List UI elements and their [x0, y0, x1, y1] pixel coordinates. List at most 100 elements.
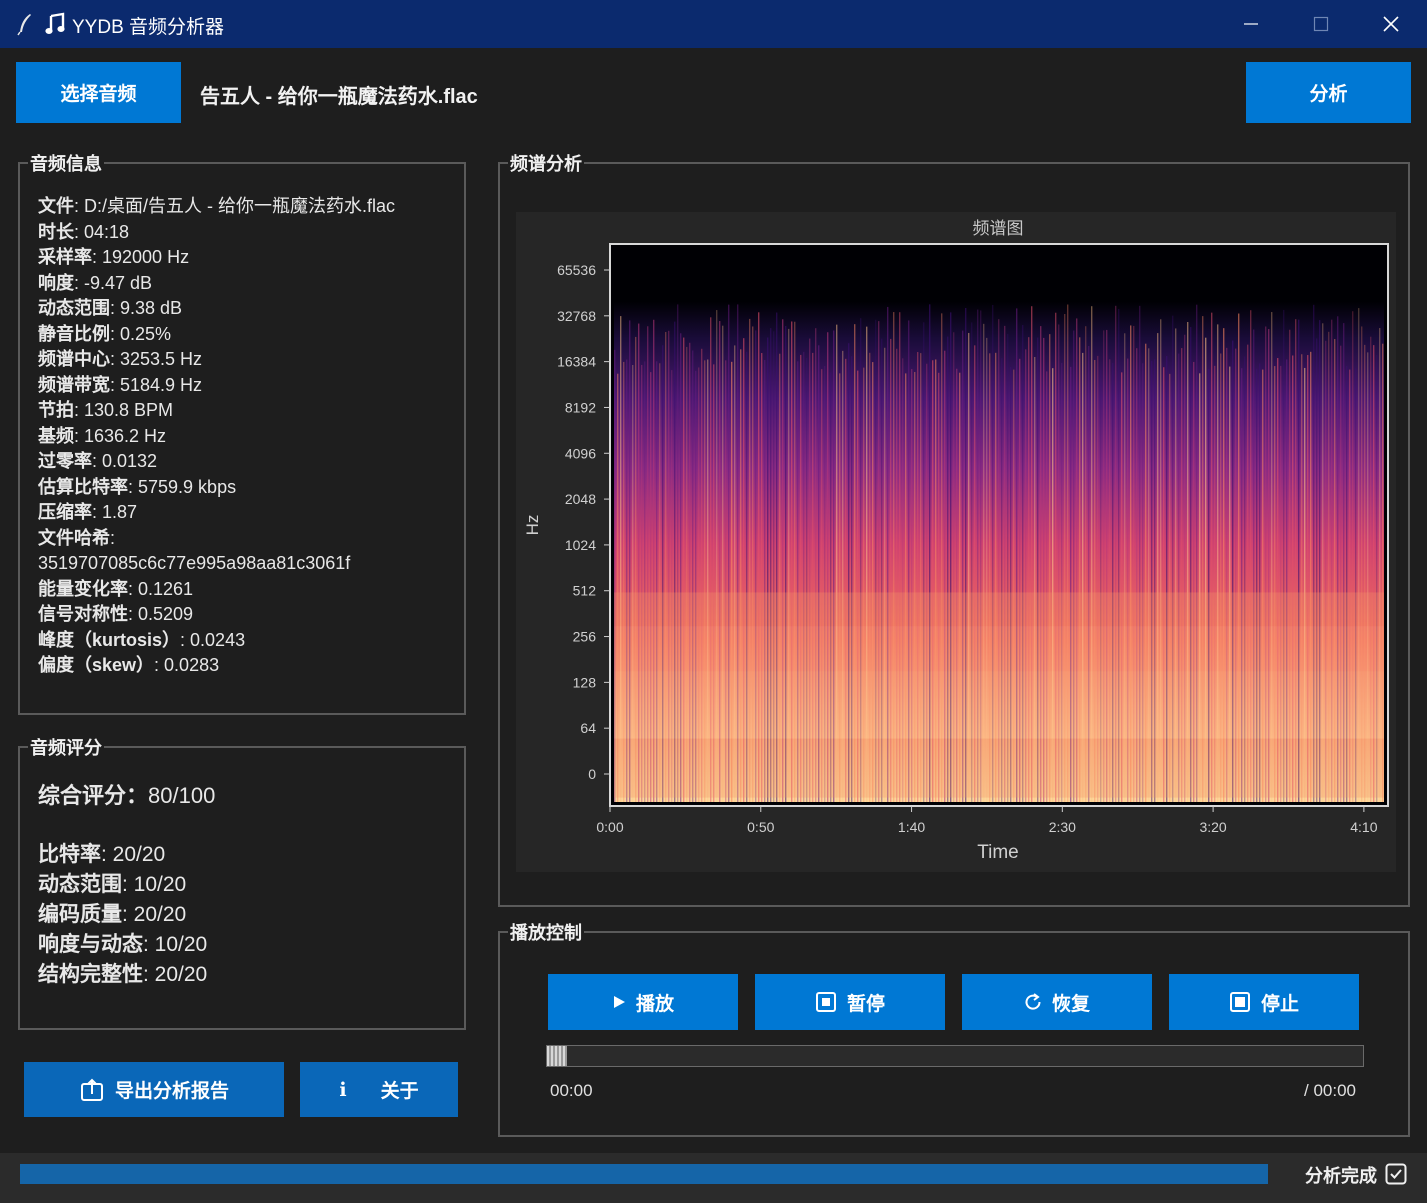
info-value: : 1636.2 Hz: [74, 425, 167, 446]
info-row: 时长: 04:18: [38, 220, 395, 246]
current-time: 00:00: [550, 1081, 593, 1100]
spectrum-title: 频谱分析: [508, 150, 584, 176]
pause-icon: [815, 992, 836, 1012]
low-frequency-band: [614, 671, 1384, 739]
minimize-icon: [1244, 23, 1258, 25]
info-key: 采样率: [38, 247, 92, 267]
total-score-value: 80/100: [148, 783, 216, 808]
y-tick-label: 512: [573, 583, 597, 599]
title-bar: YYDB 音频分析器: [0, 0, 1427, 48]
checkbox-checked-icon: [1385, 1163, 1407, 1185]
play-icon: [613, 996, 625, 1008]
y-tick-label: 0: [588, 766, 596, 782]
info-value: : 5184.9 Hz: [110, 374, 203, 395]
pause-button[interactable]: 暂停: [755, 974, 945, 1030]
audio-info-list: 文件: D:/桌面/告五人 - 给你一瓶魔法药水.flac 时长: 04:18 采样…: [38, 194, 395, 679]
seek-slider-thumb[interactable]: [547, 1046, 567, 1066]
low-frequency-band: [614, 738, 1384, 798]
x-tick-label: 1:40: [898, 819, 925, 835]
score-key: 比特率: [38, 843, 101, 866]
maximize-icon: [1313, 16, 1329, 32]
analysis-progress-fill: [20, 1164, 1268, 1184]
analyze-button[interactable]: 分析: [1246, 62, 1411, 123]
info-row: 偏度（skew）: 0.0283: [38, 653, 395, 679]
about-button[interactable]: i 关于: [300, 1062, 458, 1117]
pause-label: 暂停: [846, 993, 885, 1015]
playback-group: 播放控制 播放 暂停 恢复 停止 00:00 / 00:00: [498, 919, 1410, 1137]
info-value: : 0.25%: [110, 323, 172, 344]
refresh-icon: [1025, 993, 1041, 1010]
y-axis: 0 64 128 256 512 1024 2048 4096 8192 16384 32768 65…: [557, 262, 610, 782]
stop-button[interactable]: 停止: [1169, 974, 1359, 1030]
resume-button[interactable]: 恢复: [962, 974, 1152, 1030]
stop-label: 停止: [1260, 993, 1299, 1015]
close-button[interactable]: [1357, 0, 1425, 48]
score-key: 动态范围: [38, 873, 122, 896]
info-value: : 1.87: [92, 502, 138, 522]
score-key: 响度与动态: [38, 933, 143, 956]
info-key: 节拍: [38, 400, 74, 420]
info-row: 频谱中心: 3253.5 Hz: [38, 347, 395, 373]
spectrogram-chart: 频谱图 0 64 128 256 512 1024 2048 4096 8192 16384 327…: [516, 212, 1396, 872]
info-icon: i: [339, 1078, 347, 1101]
maximize-button[interactable]: [1287, 0, 1355, 48]
score-row: 动态范围: 10/20: [38, 870, 215, 900]
export-icon: [80, 1078, 103, 1101]
stop-icon: [1229, 992, 1250, 1012]
x-tick-label: 4:10: [1350, 819, 1377, 835]
close-icon: [1383, 16, 1399, 32]
x-tick-label: 0:00: [596, 819, 623, 835]
info-row: 峰度（kurtosis）: 0.0243: [38, 628, 395, 654]
info-value: : 3253.5 Hz: [110, 349, 203, 369]
low-frequency-band: [614, 592, 1384, 627]
info-key: 过零率: [38, 451, 92, 471]
info-key: 静音比例: [38, 323, 110, 344]
analysis-progress-bar: [20, 1164, 1268, 1184]
info-key: 基频: [38, 425, 74, 446]
y-tick-label: 32768: [557, 308, 596, 324]
total-time: / 00:00: [1304, 1081, 1356, 1100]
export-report-label: 导出分析报告: [114, 1081, 229, 1102]
info-value: : 5759.9 kbps: [128, 476, 237, 497]
info-value: : 9.38 dB: [110, 298, 183, 318]
x-axis: 0:00 0:50 1:40 2:30 3:20 4:10: [596, 806, 1378, 835]
info-value: : 192000 Hz: [92, 247, 190, 267]
score-row: 结构完整性: 20/20: [38, 960, 215, 990]
y-tick-label: 256: [573, 629, 597, 645]
export-report-button[interactable]: 导出分析报告: [24, 1062, 284, 1117]
y-tick-label: 1024: [565, 537, 596, 553]
info-row: 响度: -9.47 dB: [38, 271, 395, 297]
score-value: : 20/20: [122, 903, 187, 926]
info-value: :: [110, 527, 116, 548]
audio-score-title: 音频评分: [28, 734, 104, 760]
info-value: : 0.1261: [128, 578, 194, 599]
info-row: 基频: 1636.2 Hz: [38, 424, 395, 450]
score-items: 比特率: 20/20 动态范围: 10/20 编码质量: 20/20 响度与动态: 1…: [38, 840, 215, 990]
minimize-button[interactable]: [1217, 0, 1285, 48]
y-axis-label: Hz: [523, 515, 542, 536]
total-score-label: 综合评分：: [38, 783, 149, 808]
score-list: 综合评分：80/100 比特率: 20/20 动态范围: 10/20 编码质量: 2…: [38, 778, 215, 990]
seek-slider[interactable]: [546, 1045, 1364, 1067]
info-key: 频谱带宽: [38, 374, 110, 395]
info-row: 文件哈希:: [38, 526, 395, 552]
select-audio-button[interactable]: 选择音频: [16, 62, 181, 123]
status-text: 分析完成: [1305, 1166, 1377, 1186]
spectrogram-svg: 频谱图 0 64 128 256 512 1024 2048 4096 8192 16384 327…: [523, 219, 1389, 863]
score-value: : 20/20: [101, 843, 166, 866]
play-label: 播放: [635, 993, 674, 1015]
audio-info-title: 音频信息: [28, 150, 104, 176]
info-row: 采样率: 192000 Hz: [38, 245, 395, 271]
play-button[interactable]: 播放: [548, 974, 738, 1030]
info-key: 频谱中心: [38, 349, 110, 369]
info-value: : 0.5209: [128, 604, 194, 624]
score-row: 比特率: 20/20: [38, 840, 215, 870]
y-tick-label: 4096: [565, 445, 596, 461]
info-row: 估算比特率: 5759.9 kbps: [38, 475, 395, 501]
info-value: : 04:18: [74, 221, 130, 242]
info-row: 动态范围: 9.38 dB: [38, 296, 395, 322]
y-tick-label: 64: [580, 720, 596, 736]
info-row: 压缩率: 1.87: [38, 500, 395, 526]
score-value: : 10/20: [122, 873, 187, 896]
about-label: 关于: [380, 1081, 419, 1102]
